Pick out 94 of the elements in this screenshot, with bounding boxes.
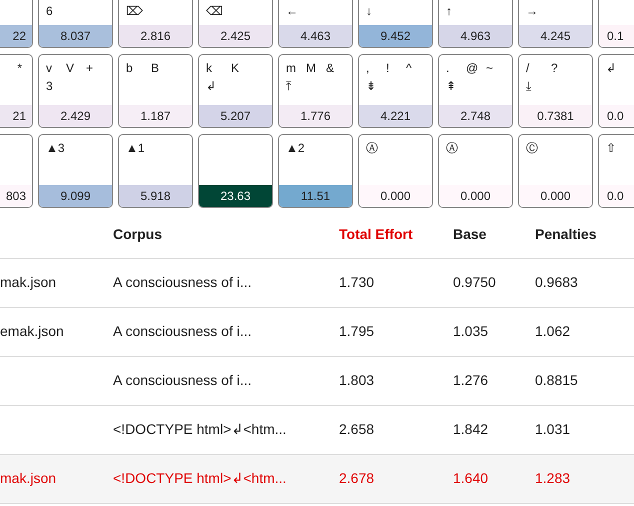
key-legend: k — [206, 62, 231, 74]
table-cell: A consciousness of i... — [113, 323, 252, 339]
key-heat-value: 2.748 — [439, 105, 512, 127]
key-heat-value: 0.000 — [439, 185, 512, 207]
table-cell: 1.842 — [453, 421, 488, 437]
key-heat-value: 21 — [0, 105, 32, 127]
key-heat-value: 4.245 — [519, 25, 592, 47]
key-legend: B — [151, 62, 176, 74]
key-heat-value: 22 — [0, 25, 32, 47]
key-heat-value: 2.816 — [119, 25, 192, 47]
key-legend: ▲2 — [286, 142, 311, 154]
key-legend: ↑ — [446, 5, 471, 17]
key-legend: v — [46, 62, 66, 74]
table-cell: <!DOCTYPE html>↲<htm... — [113, 421, 286, 437]
table-cell: 1.035 — [453, 323, 488, 339]
table-cell: 0.9750 — [453, 274, 496, 290]
table-cell: 2.678 — [339, 470, 374, 486]
key-legend: ↲ — [206, 80, 231, 92]
table-cell: 1.795 — [339, 323, 374, 339]
table-cell: 0.9683 — [535, 274, 578, 290]
key-heat-value: 0.1 — [599, 25, 634, 47]
key-legend: ? — [551, 62, 576, 74]
key-heat-value: 9.452 — [359, 25, 432, 47]
table-cell: 1.283 — [535, 470, 570, 486]
key-heat-value: 5.207 — [199, 105, 272, 127]
key-legend: , — [366, 62, 386, 74]
key-heat-value: 23.63 — [199, 185, 272, 207]
table-cell: 1.640 — [453, 470, 488, 486]
table-cell: 0.8815 — [535, 372, 578, 388]
key-legend: Ⓒ — [526, 142, 551, 154]
key-legend: ~ — [486, 62, 506, 74]
table-cell: 1.062 — [535, 323, 570, 339]
column-header[interactable]: Total Effort — [339, 211, 453, 258]
table-cell: mak.json — [0, 274, 56, 290]
key-legend: ⌫ — [206, 5, 231, 17]
key-legend: Ⓐ — [366, 142, 391, 154]
key-legend: M — [306, 62, 326, 74]
table-cell: 1.276 — [453, 372, 488, 388]
table-cell: A consciousness of i... — [113, 372, 252, 388]
key-heat-value: 4.463 — [279, 25, 352, 47]
key-legend: ↲ — [606, 62, 631, 74]
key-legend: b — [126, 62, 151, 74]
key-heat-value: 9.099 — [39, 185, 112, 207]
key-heat-value: 0.7381 — [519, 105, 592, 127]
key-heat-value: 8.037 — [39, 25, 112, 47]
key-legend: ⇧ — [606, 142, 631, 154]
key-legend: ▲3 — [46, 142, 71, 154]
key-legend: V — [66, 62, 86, 74]
table-cell: mak.json — [0, 470, 56, 486]
table-cell: 1.803 — [339, 372, 374, 388]
key-legend: 3 — [46, 80, 71, 92]
column-header[interactable]: Base — [453, 211, 535, 258]
key-heat-value: 5.918 — [119, 185, 192, 207]
table-cell: <!DOCTYPE html>↲<htm... — [113, 470, 286, 486]
key-heat-value: 0.0 — [599, 105, 634, 127]
table-cell: emak.json — [0, 323, 64, 339]
key-legend: ⤓ — [526, 80, 551, 92]
key-legend: ! — [386, 62, 406, 74]
key-legend: ▲1 — [126, 142, 151, 154]
key-legend: K — [231, 62, 256, 74]
key-legend: @ — [466, 62, 486, 74]
key-heat-value: 2.429 — [39, 105, 112, 127]
key-legend: + — [86, 62, 106, 74]
key-legend: m — [286, 62, 306, 74]
key-heat-value: 1.776 — [279, 105, 352, 127]
table-cell: 2.658 — [339, 421, 374, 437]
key-legend: ← — [286, 5, 311, 17]
key-legend: → — [526, 5, 551, 17]
key-legend: * — [17, 62, 26, 74]
key-legend: ↓ — [366, 5, 391, 17]
key-heat-value: 11.51 — [279, 185, 352, 207]
key-legend: ⤒ — [286, 80, 311, 92]
key-legend: Ⓐ — [446, 142, 471, 154]
key-heat-value: 0.0 — [599, 185, 634, 207]
table-cell: 1.730 — [339, 274, 374, 290]
key-heat-value: 803 — [0, 185, 32, 207]
key-heat-value: 4.963 — [439, 25, 512, 47]
key-legend: ⇞ — [446, 80, 471, 92]
key-legend: 6 — [46, 5, 71, 17]
key-heat-value: 0.000 — [519, 185, 592, 207]
key-legend: / — [526, 62, 551, 74]
key-legend: . — [446, 62, 466, 74]
table-cell: A consciousness of i... — [113, 274, 252, 290]
key-legend: ^ — [406, 62, 426, 74]
column-header[interactable]: Penalties — [535, 211, 634, 258]
key-legend: ⇟ — [366, 80, 391, 92]
key-heat-value: 1.187 — [119, 105, 192, 127]
key-heat-value: 0.000 — [359, 185, 432, 207]
key-heat-value: 2.425 — [199, 25, 272, 47]
key-legend: & — [326, 62, 346, 74]
table-cell: 1.031 — [535, 421, 570, 437]
key-legend: ⌦ — [126, 5, 151, 17]
column-header[interactable]: Corpus — [113, 211, 339, 258]
key-heat-value: 4.221 — [359, 105, 432, 127]
